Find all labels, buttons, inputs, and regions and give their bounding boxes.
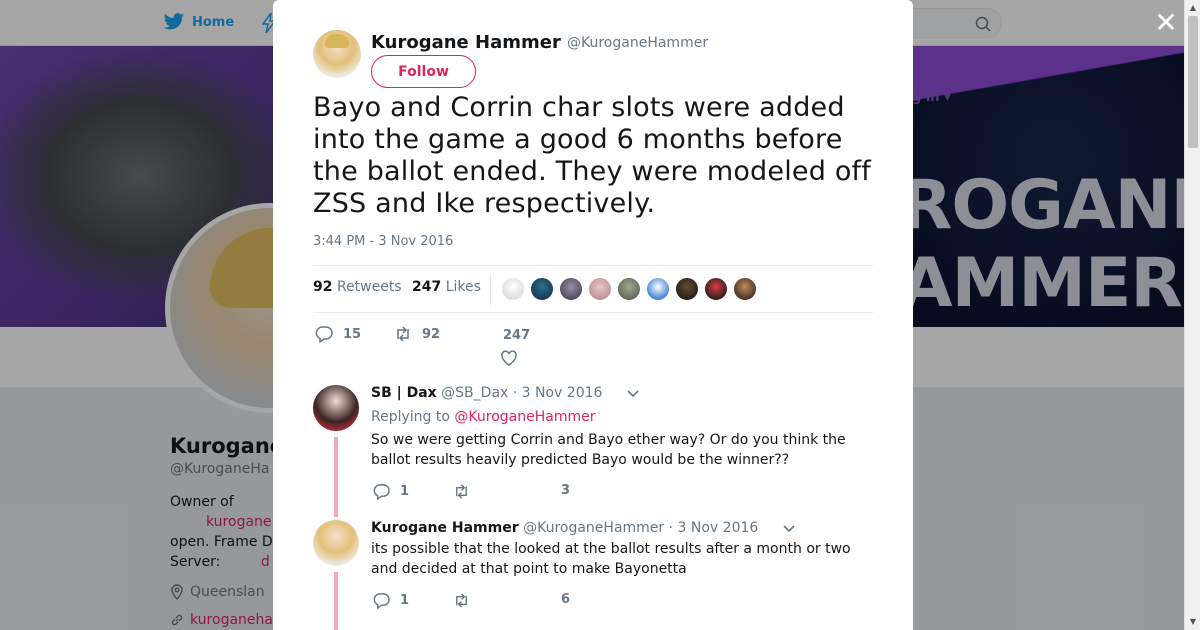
retweet-button[interactable]: 92: [394, 325, 440, 343]
replying-to-prefix: Replying to: [371, 409, 450, 425]
retweet-button[interactable]: [453, 592, 470, 609]
chevron-down-icon[interactable]: [627, 390, 639, 398]
reply-date[interactable]: · 3 Nov 2016: [669, 520, 759, 536]
author-avatar[interactable]: [313, 30, 361, 78]
reply-author-name[interactable]: Kurogane Hammer: [371, 520, 519, 536]
retweets-label: Retweets: [336, 279, 402, 295]
liker-avatar[interactable]: [501, 277, 525, 301]
reply-tweet[interactable]: SB | Dax @SB_Dax · 3 Nov 2016 Replying t…: [313, 385, 873, 517]
replying-to: Replying to @KuroganeHammer: [371, 409, 595, 425]
reply-tweet[interactable]: Kurogane Hammer @KuroganeHammer · 3 Nov …: [313, 520, 873, 630]
reply-count: 15: [343, 326, 362, 342]
reply-actions: 1 6: [371, 592, 591, 616]
retweet-icon: [456, 593, 467, 608]
likes-count: 247: [412, 279, 442, 295]
liker-avatar[interactable]: [646, 277, 670, 301]
tweet-actions: 15 92 247: [313, 323, 613, 373]
author-handle[interactable]: @KuroganeHammer: [567, 35, 708, 51]
scroll-down-arrow[interactable]: ▼: [1188, 617, 1198, 627]
liker-avatar[interactable]: [704, 277, 728, 301]
replying-to-mention[interactable]: @KuroganeHammer: [454, 409, 595, 425]
reply-text: its possible that the looked at the ball…: [371, 541, 851, 577]
reply-icon: [315, 326, 333, 343]
like-button[interactable]: 3: [561, 483, 570, 498]
like-count: 247: [503, 328, 531, 343]
reply-date[interactable]: · 3 Nov 2016: [513, 385, 603, 401]
reply-author-name[interactable]: SB | Dax: [371, 385, 437, 401]
scrollbar[interactable]: ▲ ▼: [1184, 0, 1200, 630]
liker-avatar[interactable]: [530, 277, 554, 301]
reply-avatar[interactable]: [313, 520, 359, 566]
thread-line: [334, 437, 338, 517]
follow-button[interactable]: Follow: [371, 55, 476, 88]
retweet-button[interactable]: [453, 483, 470, 500]
chevron-down-icon[interactable]: [783, 525, 795, 533]
likes-label: Likes: [445, 279, 481, 295]
retweet-icon: [397, 326, 409, 342]
likes-stat[interactable]: 247 Likes: [412, 279, 481, 295]
like-count: 6: [561, 592, 571, 607]
reply-actions: 1 3: [371, 483, 591, 507]
retweets-count: 92: [313, 279, 333, 295]
thread-line: [334, 572, 338, 630]
reply-author-handle[interactable]: @KuroganeHammer: [523, 520, 664, 536]
liker-avatar[interactable]: [733, 277, 757, 301]
close-icon[interactable]: ✕: [1154, 9, 1178, 37]
reply-icon: [373, 484, 390, 500]
retweet-icon: [456, 484, 467, 499]
liker-avatar[interactable]: [559, 277, 583, 301]
author-name[interactable]: Kurogane Hammer: [371, 32, 561, 53]
tweet-stats: 92 Retweets 247 Likes: [313, 265, 873, 313]
retweets-stat[interactable]: 92 Retweets: [313, 279, 402, 295]
reply-avatar[interactable]: [313, 385, 359, 431]
heart-icon[interactable]: [500, 349, 518, 367]
reply-header: SB | Dax @SB_Dax · 3 Nov 2016: [371, 385, 602, 401]
reply-count: 1: [400, 484, 410, 499]
reply-icon: [373, 593, 390, 609]
likers-avatars: [501, 277, 757, 301]
retweet-count: 92: [422, 326, 441, 342]
liker-avatar[interactable]: [675, 277, 699, 301]
liker-avatar[interactable]: [617, 277, 641, 301]
reply-author-handle[interactable]: @SB_Dax: [441, 385, 508, 401]
liker-avatar[interactable]: [588, 277, 612, 301]
reply-header: Kurogane Hammer @KuroganeHammer · 3 Nov …: [371, 520, 758, 536]
scroll-up-arrow[interactable]: ▲: [1188, 3, 1198, 13]
scroll-thumb[interactable]: [1188, 16, 1198, 148]
reply-button[interactable]: 1: [373, 592, 409, 609]
reply-button[interactable]: 15: [315, 325, 361, 343]
like-button[interactable]: 6: [561, 592, 570, 607]
stats-divider: [490, 274, 491, 306]
tweet-text: Bayo and Corrin char slots were added in…: [313, 92, 871, 219]
reply-count: 1: [400, 593, 410, 608]
tweet-modal: Kurogane Hammer @KuroganeHammer Follow B…: [273, 0, 913, 630]
reply-button[interactable]: 1: [373, 483, 409, 500]
like-count: 3: [561, 483, 571, 498]
tweet-timestamp[interactable]: 3:44 PM - 3 Nov 2016: [313, 234, 453, 249]
reply-text: So we were getting Corrin and Bayo ether…: [371, 432, 846, 468]
